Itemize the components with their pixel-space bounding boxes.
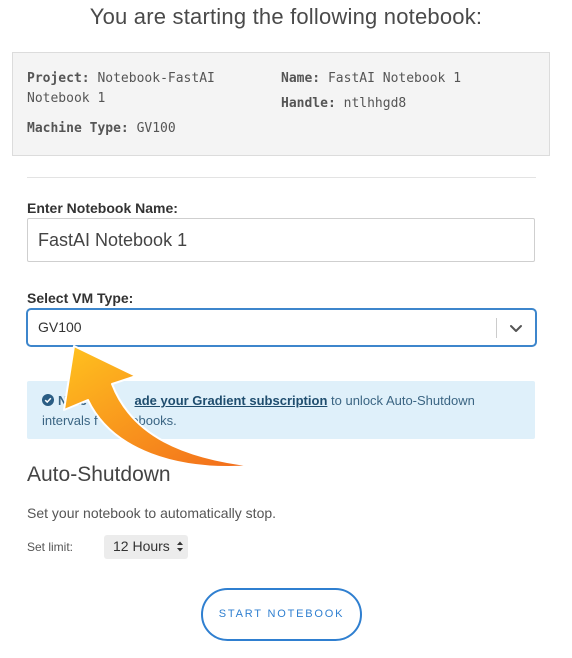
auto-shutdown-description: Set your notebook to automatically stop. — [27, 505, 277, 521]
notebook-name-label: Enter Notebook Name: — [27, 200, 178, 216]
set-limit-label: Set limit: — [27, 540, 74, 554]
chevron-down-icon[interactable] — [507, 319, 525, 337]
pointer-arrow-icon — [63, 345, 255, 468]
notice-suffix: to unlock Auto-Shutdown — [331, 393, 475, 408]
notebook-summary: Project: Notebook-FastAI Notebook 1 Mach… — [12, 52, 550, 156]
limit-value: 12 Hours — [113, 538, 170, 554]
machine-type-value: GV100 — [136, 121, 176, 136]
check-circle-icon — [42, 394, 54, 406]
updown-caret-icon — [177, 541, 183, 552]
name-value: FastAI Notebook 1 — [327, 71, 462, 86]
select-separator — [496, 318, 497, 338]
handle-label: Handle: — [281, 96, 336, 111]
page-title: You are starting the following notebook: — [89, 4, 483, 29]
notebook-name-input[interactable] — [27, 218, 535, 262]
start-notebook-button[interactable]: START NOTEBOOK — [201, 588, 362, 641]
summary-handle: Handle: ntlhhgd8 — [281, 94, 406, 114]
project-label: Project: — [27, 71, 90, 86]
section-divider — [27, 177, 536, 178]
summary-project: Project: Notebook-FastAI Notebook 1 — [27, 69, 263, 109]
vm-type-value: GV100 — [38, 319, 82, 335]
summary-machine-type: Machine Type: GV100 — [27, 119, 176, 139]
summary-name: Name: FastAI Notebook 1 — [281, 69, 461, 89]
auto-shutdown-title: Auto-Shutdown — [27, 463, 171, 486]
vm-type-label: Select VM Type: — [27, 290, 134, 306]
machine-type-label: Machine Type: — [27, 121, 129, 136]
handle-value: ntlhhgd8 — [343, 96, 407, 111]
limit-select[interactable]: 12 Hours — [104, 535, 188, 559]
name-label: Name: — [281, 71, 321, 86]
